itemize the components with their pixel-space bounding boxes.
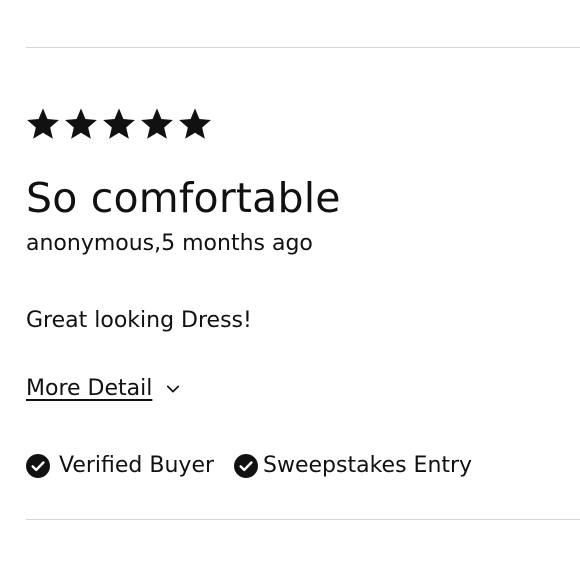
review-author-meta: anonymous,5 months ago bbox=[26, 231, 313, 256]
check-circle-icon bbox=[234, 454, 259, 478]
chevron-down-icon[interactable] bbox=[164, 380, 182, 398]
star-icon bbox=[63, 106, 99, 142]
star-icon bbox=[25, 106, 61, 142]
verified-buyer-badge: Verified Buyer bbox=[26, 452, 214, 480]
sweepstakes-entry-label: Sweepstakes Entry bbox=[263, 453, 473, 478]
review-title: So comfortable bbox=[26, 174, 341, 222]
top-divider bbox=[26, 47, 580, 48]
review-body: Great looking Dress! bbox=[26, 308, 252, 333]
verified-buyer-label: Verified Buyer bbox=[59, 453, 215, 478]
star-icon bbox=[139, 106, 175, 142]
check-circle-icon bbox=[26, 454, 50, 478]
star-icon bbox=[177, 106, 213, 142]
more-detail-toggle[interactable]: More Detail bbox=[26, 375, 182, 403]
sweepstakes-entry-badge: Sweepstakes Entry bbox=[234, 452, 472, 480]
bottom-divider bbox=[26, 519, 580, 520]
review-badges: Verified Buyer Sweepstakes Entry bbox=[26, 452, 472, 480]
star-rating bbox=[25, 106, 213, 142]
star-icon bbox=[101, 106, 137, 142]
more-detail-link[interactable]: More Detail bbox=[26, 375, 152, 403]
